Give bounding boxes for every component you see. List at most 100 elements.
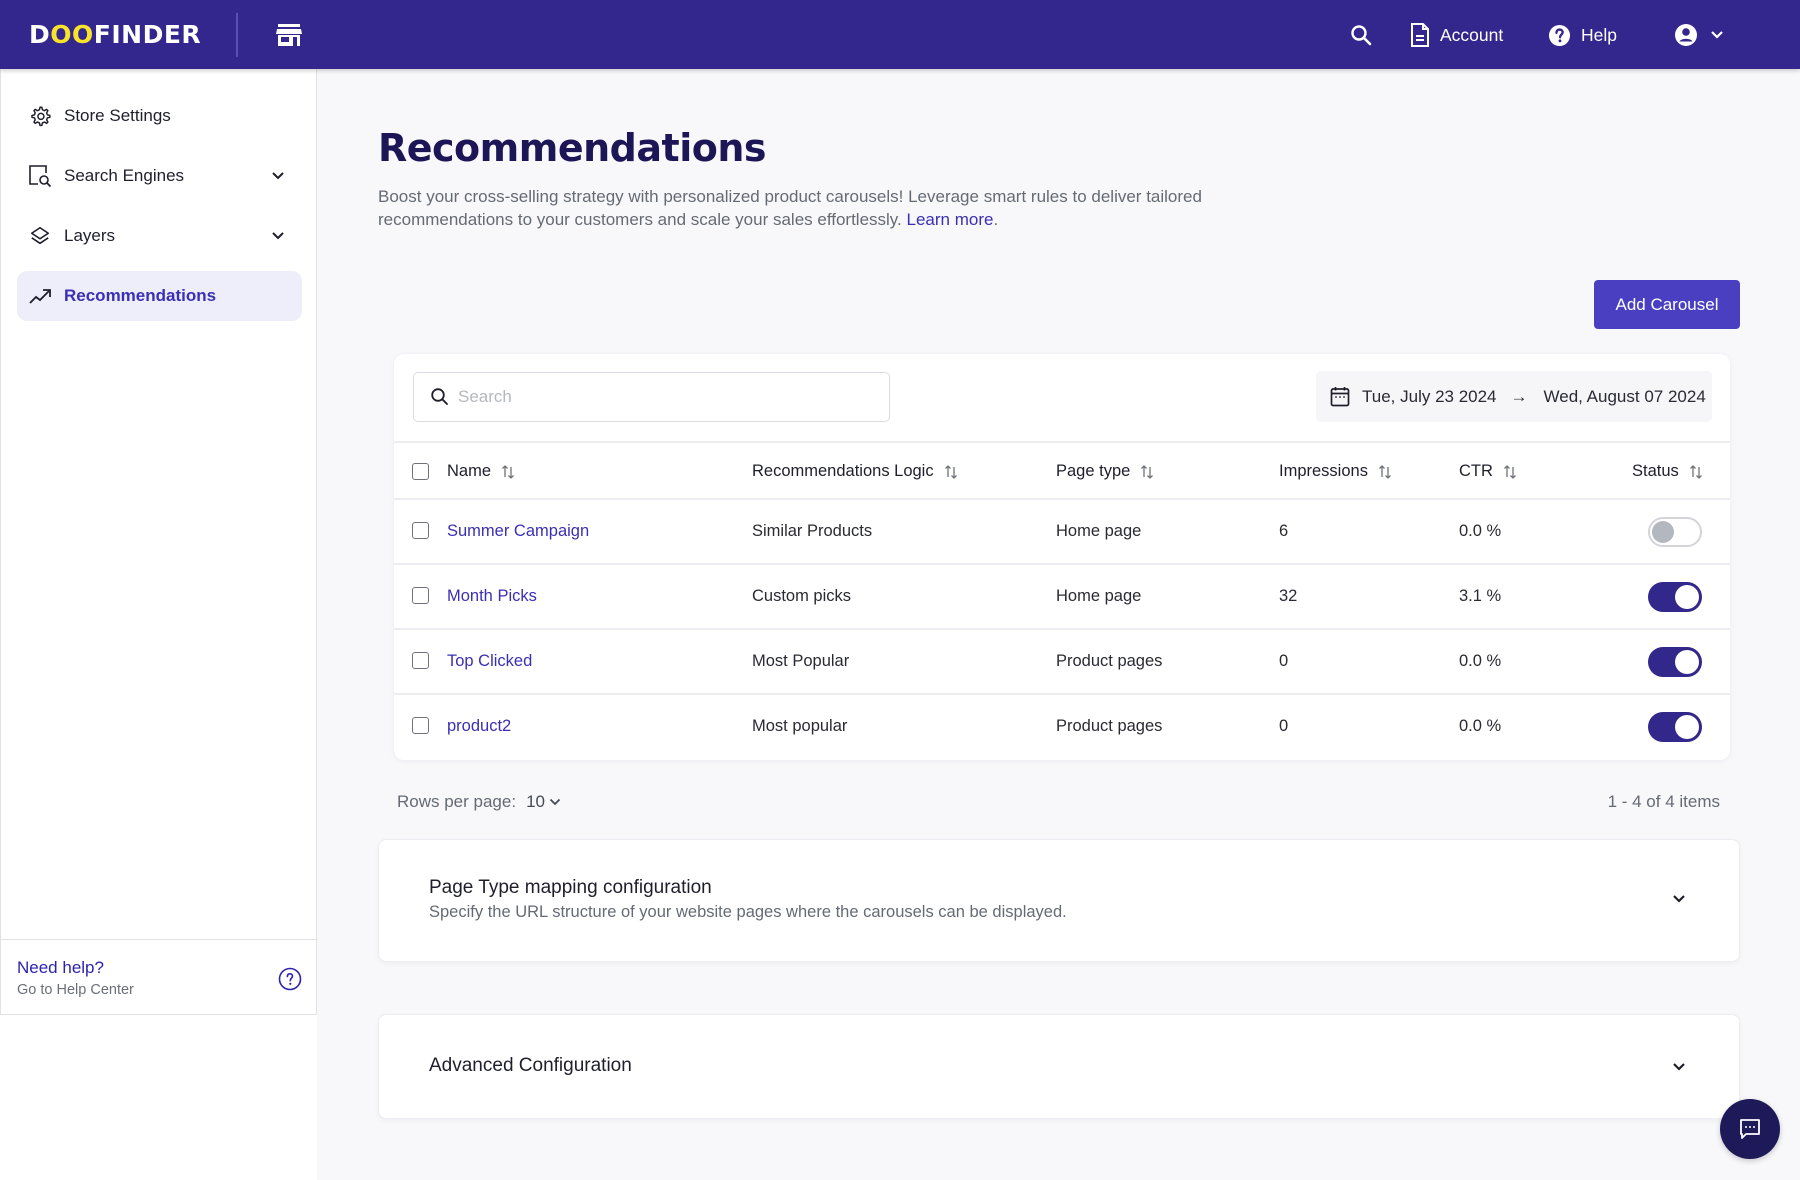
search-engine-icon: [28, 164, 52, 188]
impressions: 32: [1279, 587, 1298, 605]
document-icon: [1411, 23, 1429, 47]
sort-icon: [1141, 464, 1154, 479]
sort-icon: [944, 464, 957, 479]
chat-button[interactable]: [1720, 1099, 1780, 1159]
status-toggle[interactable]: [1648, 647, 1702, 677]
description-period: .: [993, 210, 999, 229]
chevron-down-icon: [549, 798, 561, 806]
carousel-name-link[interactable]: Summer Campaign: [447, 500, 589, 563]
column-header-page-type[interactable]: Page type: [1056, 443, 1154, 500]
chevron-down-icon[interactable]: [1669, 889, 1689, 909]
sidebar-item-label: Search Engines: [64, 166, 185, 185]
sidebar-panel: Store Settings Search Engines Layers Rec…: [0, 69, 318, 1015]
sidebar-item-recommendations[interactable]: Recommendations: [17, 271, 302, 321]
recommendations-logic: Similar Products: [752, 522, 873, 540]
description-text: Boost your cross-selling strategy with p…: [378, 187, 1202, 229]
logo-text-suffix: FINDER: [93, 20, 202, 49]
recommendations-logic: Custom picks: [752, 587, 852, 605]
trending-up-icon: [28, 284, 52, 308]
status-toggle[interactable]: [1648, 582, 1702, 612]
ctr: 0.0 %: [1459, 652, 1502, 670]
account-link[interactable]: Account: [1410, 20, 1503, 50]
table-row: Month Picks Custom picks Home page 32 3.…: [394, 565, 1730, 630]
question-circle-icon[interactable]: [278, 967, 302, 991]
gear-icon: [28, 104, 52, 128]
toggle-knob: [1675, 650, 1699, 674]
column-label: Page type: [1056, 462, 1131, 480]
column-header-impressions[interactable]: Impressions: [1279, 443, 1392, 500]
impressions: 0: [1279, 717, 1289, 735]
chat-icon: [1740, 1119, 1760, 1139]
sidebar-item-layers[interactable]: Layers: [17, 211, 302, 261]
search-icon[interactable]: [1349, 23, 1373, 47]
learn-more-link[interactable]: Learn more: [907, 210, 994, 229]
search-field[interactable]: [413, 372, 890, 422]
help-center-footer: Need help? Go to Help Center: [1, 939, 318, 1015]
ctr: 0.0 %: [1459, 717, 1502, 735]
date-range-end: Wed, August 07 2024: [1543, 386, 1706, 406]
logo-text-prefix: D: [29, 20, 51, 49]
need-help-link[interactable]: Need help?: [17, 958, 104, 978]
row-checkbox[interactable]: [412, 717, 429, 734]
search-input[interactable]: [458, 387, 878, 407]
date-range-picker[interactable]: Tue, July 23 2024 → Wed, August 07 2024: [1316, 371, 1712, 422]
sidebar-item-store-settings[interactable]: Store Settings: [17, 91, 302, 141]
table-row: product2 Most popular Product pages 0 0.…: [394, 695, 1730, 760]
account-label: Account: [1440, 24, 1504, 45]
store-icon[interactable]: [276, 24, 302, 46]
sidebar-item-search-engines[interactable]: Search Engines: [17, 151, 302, 201]
page-type: Product pages: [1056, 652, 1163, 670]
help-link[interactable]: Help: [1548, 20, 1617, 50]
sort-icon: [502, 464, 514, 479]
carousel-name-link[interactable]: product2: [447, 695, 511, 758]
sidebar-item-label: Layers: [64, 226, 116, 245]
row-checkbox[interactable]: [412, 587, 429, 604]
rows-per-page-select[interactable]: 10: [526, 792, 561, 812]
user-menu[interactable]: [1674, 22, 1724, 48]
table-header: Name Recommendations Logic Page type Imp…: [394, 441, 1730, 500]
toggle-knob: [1675, 585, 1699, 609]
ctr: 0.0 %: [1459, 522, 1502, 540]
go-to-help-center-link[interactable]: Go to Help Center: [17, 982, 134, 998]
rows-per-page: Rows per page: 10: [397, 792, 561, 812]
select-all-checkbox[interactable]: [412, 463, 429, 480]
chevron-down-icon: [1711, 31, 1723, 39]
column-label: Status: [1632, 462, 1679, 480]
status-toggle[interactable]: [1648, 712, 1702, 742]
column-header-ctr[interactable]: CTR: [1459, 443, 1517, 500]
user-circle-icon: [1675, 24, 1697, 46]
table-row: Top Clicked Most Popular Product pages 0…: [394, 630, 1730, 695]
page-type-mapping-accordion[interactable]: Page Type mapping configuration Specify …: [378, 839, 1740, 962]
advanced-configuration-accordion[interactable]: Advanced Configuration: [378, 1014, 1740, 1119]
column-header-logic[interactable]: Recommendations Logic: [752, 443, 958, 500]
top-navigation-bar: DOOFINDER Account Help: [0, 0, 1800, 69]
column-header-name[interactable]: Name: [447, 443, 515, 500]
column-header-status[interactable]: Status: [1632, 443, 1703, 500]
toggle-knob: [1675, 715, 1699, 739]
sort-icon: [1503, 464, 1516, 479]
chevron-down-icon[interactable]: [268, 166, 288, 186]
rows-per-page-label: Rows per page:: [397, 792, 517, 811]
doofinder-logo[interactable]: DOOFINDER: [29, 20, 201, 49]
toggle-knob: [1652, 521, 1674, 543]
chevron-down-icon[interactable]: [1669, 1057, 1689, 1077]
add-carousel-button[interactable]: Add Carousel: [1594, 280, 1740, 329]
status-toggle[interactable]: [1648, 517, 1702, 547]
page-title: Recommendations: [378, 126, 767, 170]
chevron-down-icon[interactable]: [268, 226, 288, 246]
sidebar: Store Settings Search Engines Layers Rec…: [0, 69, 318, 1180]
row-checkbox[interactable]: [412, 652, 429, 669]
impressions: 6: [1279, 522, 1289, 540]
row-checkbox[interactable]: [412, 522, 429, 539]
page-type: Home page: [1056, 522, 1142, 540]
sort-icon: [1689, 464, 1702, 479]
ctr: 3.1 %: [1459, 587, 1502, 605]
carousel-name-link[interactable]: Top Clicked: [447, 630, 532, 693]
arrow-right-icon: →: [1510, 386, 1528, 406]
recommendations-logic: Most popular: [752, 717, 848, 735]
carousels-table-card: Tue, July 23 2024 → Wed, August 07 2024 …: [394, 354, 1730, 760]
accordion-title: Page Type mapping configuration: [429, 877, 712, 898]
carousel-name-link[interactable]: Month Picks: [447, 565, 537, 628]
sidebar-item-label: Store Settings: [64, 106, 171, 125]
table-row: Summer Campaign Similar Products Home pa…: [394, 500, 1730, 565]
